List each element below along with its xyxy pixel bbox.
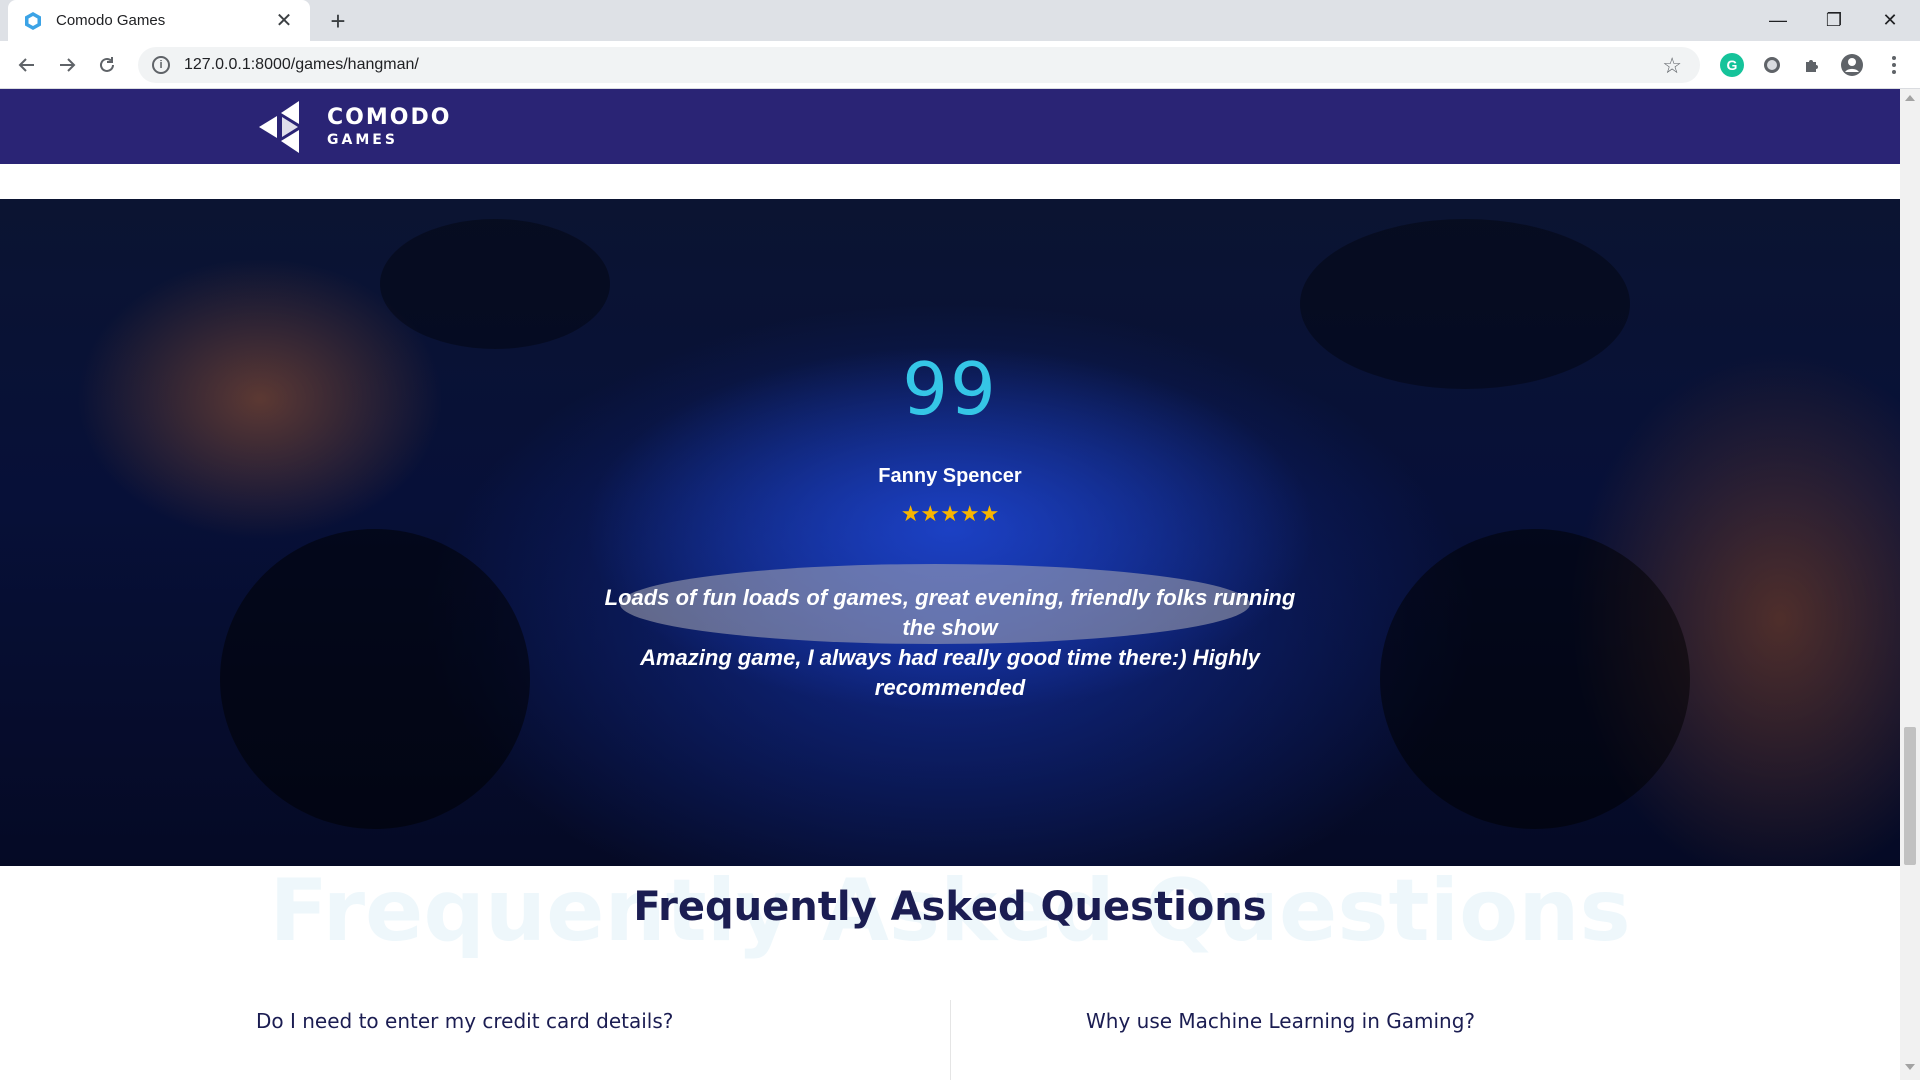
comodo-favicon-icon: [22, 10, 44, 32]
address-bar[interactable]: i 127.0.0.1:8000/games/hangman/ ☆: [138, 47, 1700, 83]
quote-mark: 99: [902, 347, 998, 431]
close-window-button[interactable]: ✕: [1862, 0, 1918, 41]
logo-text: COMODO GAMES: [327, 105, 451, 149]
page-viewport: COMODO GAMES 99 Fanny Spencer ★★★★★ Load…: [0, 89, 1900, 1080]
puzzle-icon[interactable]: [1800, 53, 1824, 77]
controller-shape: [1380, 529, 1690, 829]
comodo-logo-icon: [259, 101, 299, 153]
review-text: Loads of fun loads of games, great eveni…: [600, 583, 1300, 703]
kebab-menu-icon[interactable]: [1882, 53, 1906, 77]
url-text: 127.0.0.1:8000/games/hangman/: [184, 56, 419, 73]
restore-button[interactable]: ❐: [1806, 0, 1862, 41]
site-logo[interactable]: COMODO GAMES: [255, 97, 451, 157]
controller-shape: [380, 219, 610, 349]
testimonial-section: 99 Fanny Spencer ★★★★★ Loads of fun load…: [0, 199, 1900, 866]
controller-shape: [220, 529, 530, 829]
faq-question[interactable]: Do I need to enter my credit card detail…: [256, 1009, 673, 1033]
faq-title: Frequently Asked Questions: [633, 884, 1267, 930]
scroll-thumb[interactable]: [1904, 727, 1916, 865]
scroll-down-arrow[interactable]: [1905, 1064, 1915, 1070]
close-tab-icon[interactable]: ✕: [272, 9, 296, 33]
tab-title: Comodo Games: [56, 12, 166, 29]
faq-divider: [950, 1000, 951, 1080]
page-scrollbar[interactable]: [1900, 89, 1920, 1080]
faq-question[interactable]: Why use Machine Learning in Gaming?: [1086, 1009, 1475, 1033]
reload-icon[interactable]: [91, 49, 123, 81]
grammarly-icon[interactable]: G: [1720, 53, 1744, 77]
rating-stars: ★★★★★: [900, 501, 1000, 526]
review-line: Loads of fun loads of games, great eveni…: [604, 585, 1296, 640]
reviewer-name: Fanny Spencer: [878, 465, 1022, 487]
star-icon[interactable]: ☆: [1662, 53, 1682, 79]
review-line: Amazing game, I always had really good t…: [640, 645, 1260, 700]
back-arrow-icon[interactable]: [11, 49, 43, 81]
browser-toolbar: i 127.0.0.1:8000/games/hangman/ ☆ G: [0, 41, 1920, 89]
logo-title: COMODO: [327, 105, 452, 130]
scroll-up-arrow[interactable]: [1905, 95, 1915, 101]
info-icon[interactable]: i: [152, 56, 170, 74]
browser-tab-strip: Comodo Games ✕ + — ❐ ✕: [0, 0, 1920, 41]
logo-subtitle: GAMES: [327, 132, 398, 148]
browser-tab[interactable]: Comodo Games ✕: [8, 0, 310, 41]
forward-arrow-icon[interactable]: [51, 49, 83, 81]
circle-extension-icon[interactable]: [1760, 53, 1784, 77]
profile-icon[interactable]: [1840, 53, 1864, 77]
faq-section: Frequently Asked Questions Frequently As…: [0, 866, 1900, 1080]
minimize-button[interactable]: —: [1750, 0, 1806, 41]
site-header: COMODO GAMES: [0, 89, 1900, 164]
new-tab-button[interactable]: +: [322, 6, 354, 38]
